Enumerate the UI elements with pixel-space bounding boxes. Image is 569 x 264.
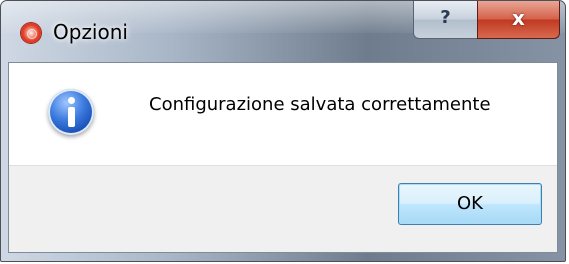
button-bar: OK [9,165,557,252]
close-icon: x [512,6,525,30]
ok-button[interactable]: OK [398,183,542,225]
window-title: Opzioni [53,20,128,44]
close-button[interactable]: x [477,1,560,39]
info-icon-dot [68,97,75,104]
info-icon-stem [68,107,75,127]
question-icon: ? [440,7,451,28]
dialog-content: Configurazione salvata correttamente OK [8,62,558,253]
caption-buttons: ? x [413,1,560,41]
help-button[interactable]: ? [413,1,478,39]
title-bar[interactable]: Opzioni ? x [1,1,565,62]
message-text: Configurazione salvata correttamente [149,94,491,115]
app-icon [21,23,41,43]
dialog-window: Opzioni ? x Configurazione salvata corre… [0,0,566,262]
info-icon [48,89,94,135]
